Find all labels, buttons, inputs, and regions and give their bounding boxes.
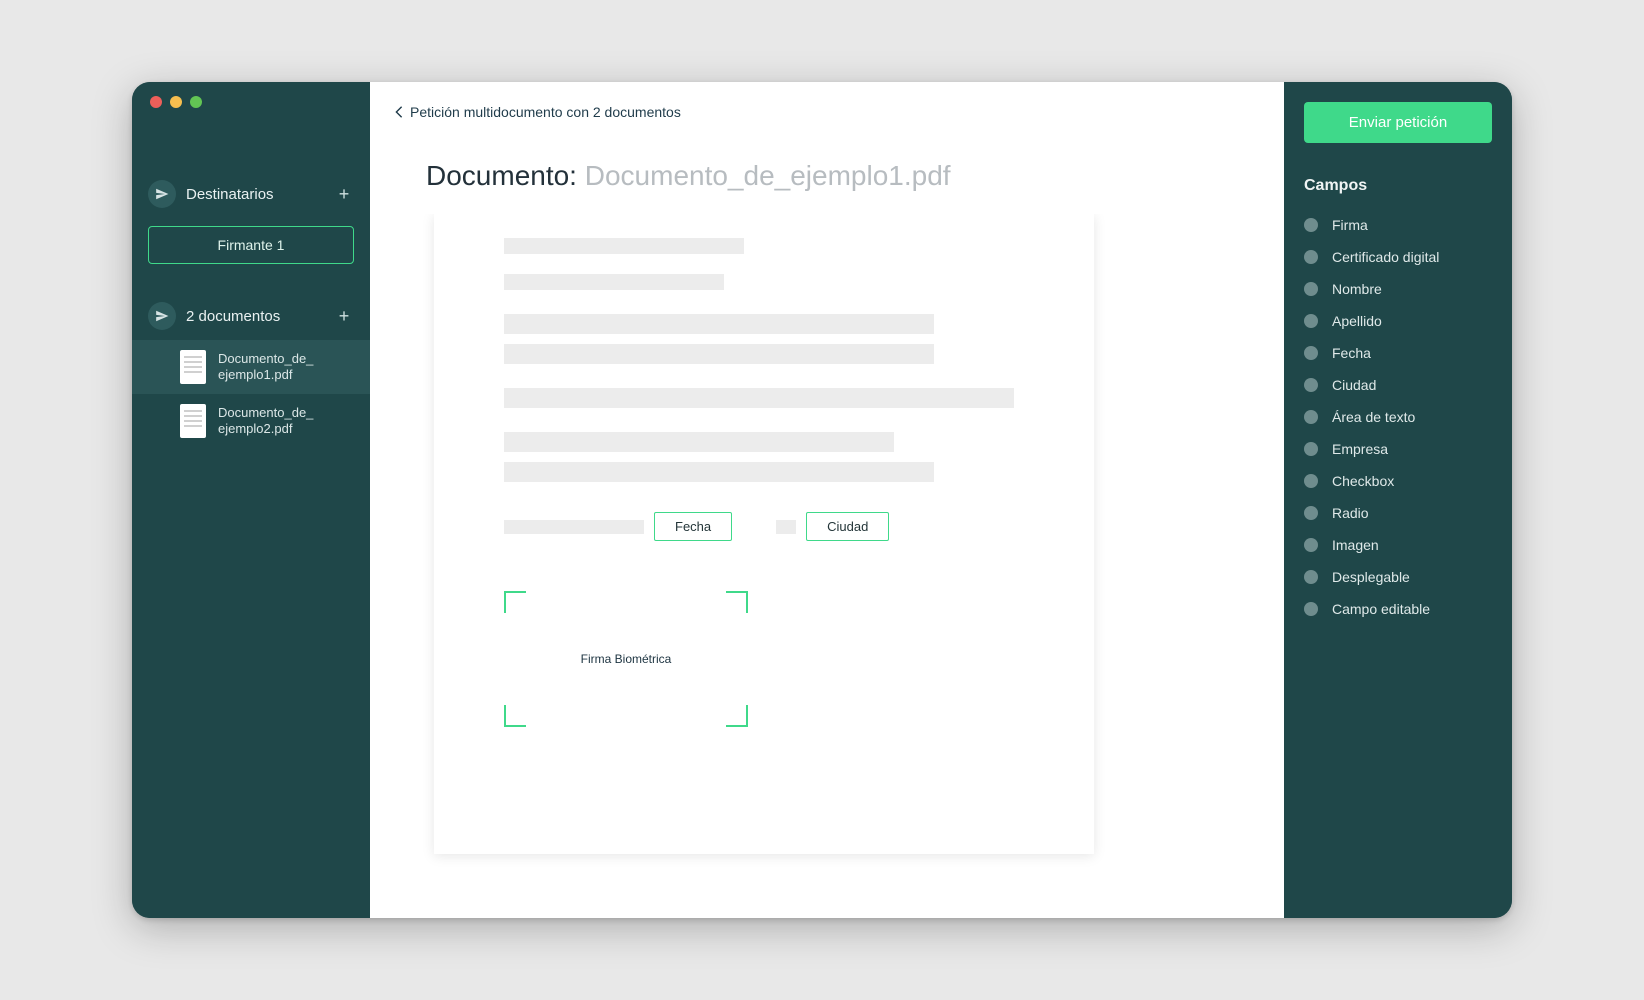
signature-field[interactable]: Firma Biométrica bbox=[504, 591, 748, 727]
field-type-empresa[interactable]: Empresa bbox=[1304, 433, 1492, 465]
signature-label: Firma Biométrica bbox=[581, 652, 672, 666]
field-dot-icon bbox=[1304, 218, 1318, 232]
corner-icon bbox=[726, 705, 748, 727]
corner-icon bbox=[726, 591, 748, 613]
placeholder-inline bbox=[504, 520, 644, 534]
field-type-certificado[interactable]: Certificado digital bbox=[1304, 241, 1492, 273]
field-label: Certificado digital bbox=[1332, 249, 1439, 265]
field-type-fecha[interactable]: Fecha bbox=[1304, 337, 1492, 369]
minimize-window-dot[interactable] bbox=[170, 96, 182, 108]
placeholder-line bbox=[504, 238, 744, 254]
field-type-desplegable[interactable]: Desplegable bbox=[1304, 561, 1492, 593]
signer-button[interactable]: Firmante 1 bbox=[148, 226, 354, 264]
documents-header-left: 2 documentos bbox=[148, 302, 280, 330]
field-label: Firma bbox=[1332, 217, 1368, 233]
chevron-left-icon bbox=[394, 105, 404, 119]
recipients-header-left: Destinatarios bbox=[148, 180, 274, 208]
field-dot-icon bbox=[1304, 346, 1318, 360]
field-type-nombre[interactable]: Nombre bbox=[1304, 273, 1492, 305]
field-type-campo-editable[interactable]: Campo editable bbox=[1304, 593, 1492, 625]
field-dot-icon bbox=[1304, 410, 1318, 424]
placeholder-line bbox=[504, 432, 894, 452]
breadcrumb-label: Petición multidocumento con 2 documentos bbox=[410, 104, 681, 120]
field-chip-fecha[interactable]: Fecha bbox=[654, 512, 732, 541]
placeholder-line bbox=[504, 274, 724, 290]
paper-plane-icon bbox=[148, 302, 176, 330]
field-type-checkbox[interactable]: Checkbox bbox=[1304, 465, 1492, 497]
paper-plane-icon bbox=[148, 180, 176, 208]
field-dot-icon bbox=[1304, 442, 1318, 456]
document-thumb-icon bbox=[180, 404, 206, 438]
field-label: Ciudad bbox=[1332, 377, 1376, 393]
field-type-area-texto[interactable]: Área de texto bbox=[1304, 401, 1492, 433]
document-title: Documento: Documento_de_ejemplo1.pdf bbox=[370, 130, 1284, 214]
recipients-title: Destinatarios bbox=[186, 186, 274, 203]
corner-icon bbox=[504, 705, 526, 727]
field-type-radio[interactable]: Radio bbox=[1304, 497, 1492, 529]
document-thumb-icon bbox=[180, 350, 206, 384]
add-document-button[interactable]: + bbox=[334, 306, 354, 326]
documents-header: 2 documentos + bbox=[132, 294, 370, 338]
field-type-ciudad[interactable]: Ciudad bbox=[1304, 369, 1492, 401]
field-dot-icon bbox=[1304, 250, 1318, 264]
field-label: Apellido bbox=[1332, 313, 1382, 329]
sidebar: Destinatarios + Firmante 1 2 documentos … bbox=[132, 82, 370, 918]
field-dot-icon bbox=[1304, 506, 1318, 520]
document-item[interactable]: Documento_de_ ejemplo1.pdf bbox=[132, 340, 370, 394]
field-dot-icon bbox=[1304, 570, 1318, 584]
field-dot-icon bbox=[1304, 602, 1318, 616]
field-dot-icon bbox=[1304, 282, 1318, 296]
field-type-firma[interactable]: Firma bbox=[1304, 209, 1492, 241]
field-label: Campo editable bbox=[1332, 601, 1430, 617]
fields-title: Campos bbox=[1304, 177, 1492, 195]
breadcrumb-back[interactable]: Petición multidocumento con 2 documentos bbox=[370, 82, 1284, 130]
field-label: Imagen bbox=[1332, 537, 1379, 553]
maximize-window-dot[interactable] bbox=[190, 96, 202, 108]
documents-title: 2 documentos bbox=[186, 308, 280, 325]
recipients-header: Destinatarios + bbox=[132, 172, 370, 216]
placeholder-line bbox=[504, 314, 934, 334]
send-request-button[interactable]: Enviar petición bbox=[1304, 102, 1492, 143]
field-label: Checkbox bbox=[1332, 473, 1394, 489]
field-dot-icon bbox=[1304, 538, 1318, 552]
document-filename: Documento_de_ejemplo1.pdf bbox=[585, 160, 951, 191]
document-name: Documento_de_ ejemplo1.pdf bbox=[218, 351, 354, 384]
document-list: Documento_de_ ejemplo1.pdf Documento_de_… bbox=[132, 338, 370, 448]
field-type-apellido[interactable]: Apellido bbox=[1304, 305, 1492, 337]
placeholder-line bbox=[504, 462, 934, 482]
canvas-wrap: Fecha Ciudad Firma Biométrica bbox=[370, 214, 1284, 918]
add-recipient-button[interactable]: + bbox=[334, 184, 354, 204]
inline-field-row: Fecha Ciudad bbox=[504, 512, 1024, 541]
field-label: Área de texto bbox=[1332, 409, 1415, 425]
field-label: Fecha bbox=[1332, 345, 1371, 361]
field-label: Nombre bbox=[1332, 281, 1382, 297]
field-dot-icon bbox=[1304, 474, 1318, 488]
document-canvas[interactable]: Fecha Ciudad Firma Biométrica bbox=[434, 214, 1094, 854]
field-label: Radio bbox=[1332, 505, 1369, 521]
main-content: Petición multidocumento con 2 documentos… bbox=[370, 82, 1284, 918]
document-name: Documento_de_ ejemplo2.pdf bbox=[218, 405, 354, 438]
field-label: Empresa bbox=[1332, 441, 1388, 457]
field-type-imagen[interactable]: Imagen bbox=[1304, 529, 1492, 561]
document-title-prefix: Documento: bbox=[426, 160, 585, 191]
window-controls bbox=[150, 96, 202, 108]
app-window: Destinatarios + Firmante 1 2 documentos … bbox=[132, 82, 1512, 918]
document-item[interactable]: Documento_de_ ejemplo2.pdf bbox=[132, 394, 370, 448]
close-window-dot[interactable] bbox=[150, 96, 162, 108]
corner-icon bbox=[504, 591, 526, 613]
right-panel: Enviar petición Campos Firma Certificado… bbox=[1284, 82, 1512, 918]
placeholder-inline bbox=[776, 520, 796, 534]
field-chip-ciudad[interactable]: Ciudad bbox=[806, 512, 889, 541]
placeholder-line bbox=[504, 388, 1014, 408]
placeholder-line bbox=[504, 344, 934, 364]
field-dot-icon bbox=[1304, 314, 1318, 328]
field-dot-icon bbox=[1304, 378, 1318, 392]
field-label: Desplegable bbox=[1332, 569, 1410, 585]
